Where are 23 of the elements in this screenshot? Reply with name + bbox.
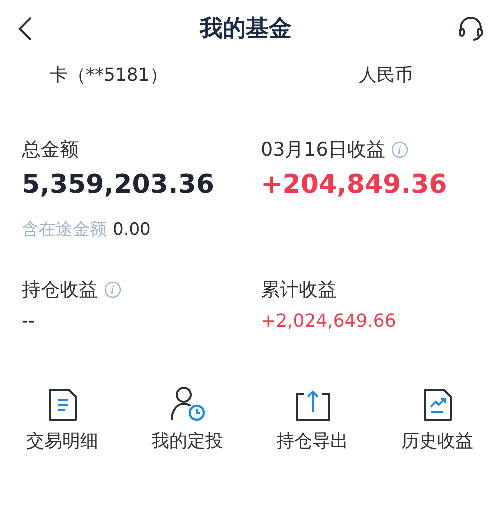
card-number: 卡（**5181）	[50, 64, 169, 88]
action-button[interactable]: 历史收益	[375, 384, 500, 454]
action-button[interactable]: 持仓导出	[250, 384, 375, 454]
stat-value: +204,849.36	[261, 169, 448, 202]
stat-label: 总金额	[22, 138, 79, 163]
person-clock-icon	[170, 386, 206, 422]
page-title: 我的基金	[200, 14, 292, 44]
document-icon	[48, 388, 78, 422]
chart-document-icon	[422, 388, 452, 422]
stat-label: 03月16日收益	[261, 138, 386, 163]
in-transit-label: 含在途金额	[22, 218, 107, 242]
currency: 人民币	[358, 64, 414, 88]
stat-value: +2,024,649.66	[261, 311, 398, 334]
stat-label: 累计收益	[261, 278, 337, 303]
action-button[interactable]: 我的定投	[125, 384, 250, 454]
stat-value: --	[22, 311, 36, 334]
stat-value: 5,359,203.36	[22, 169, 216, 202]
back-icon[interactable]	[16, 16, 34, 42]
action-button[interactable]: 交易明细	[0, 384, 125, 454]
headset-icon[interactable]	[458, 17, 484, 41]
stat-label: 持仓收益	[22, 278, 98, 303]
export-icon	[294, 390, 330, 422]
in-transit-value: 0.00	[113, 218, 151, 242]
